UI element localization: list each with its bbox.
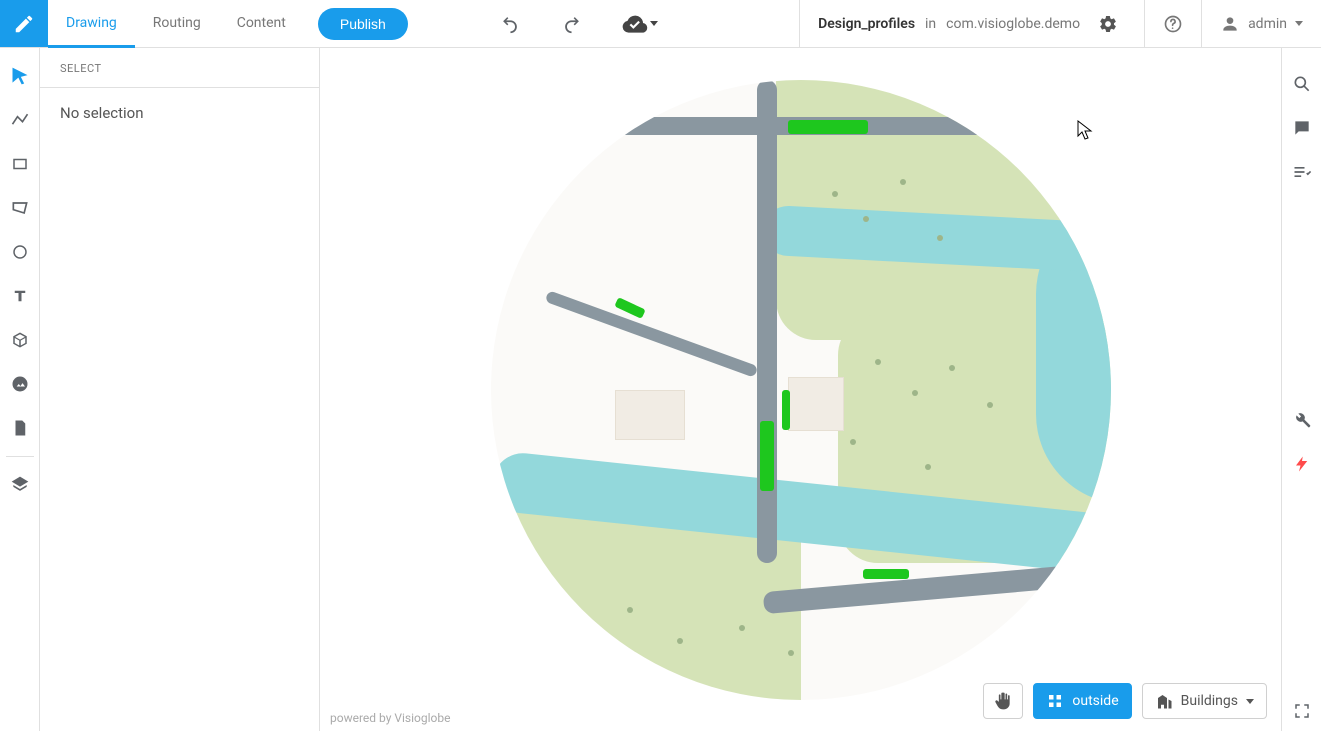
layers-icon: [10, 475, 30, 495]
panel-header: SELECT: [40, 48, 319, 88]
top-bar: Drawing Routing Content Publish Design_p…: [0, 0, 1321, 48]
project-title-block: Design_profiles in com.visioglobe.demo: [799, 0, 1144, 47]
right-tool-rail: [1281, 48, 1321, 731]
side-panel: SELECT No selection: [40, 48, 320, 731]
project-name: Design_profiles: [818, 16, 915, 32]
chevron-down-icon: [1246, 699, 1254, 704]
chevron-down-icon: [1295, 21, 1303, 26]
mode-tabs: Drawing Routing Content: [48, 0, 304, 47]
tool-divider: [6, 456, 34, 457]
map-highlight-segment: [863, 569, 909, 579]
main-area: SELECT No selection: [0, 48, 1321, 731]
right-comments-button[interactable]: [1282, 108, 1321, 148]
polygon-icon: [10, 198, 30, 218]
user-label: admin: [1248, 16, 1287, 32]
tab-routing[interactable]: Routing: [135, 1, 219, 48]
outside-icon: [1046, 692, 1064, 710]
cursor-icon: [10, 66, 30, 86]
chevron-down-icon: [650, 21, 658, 26]
wrench-icon: [1292, 410, 1312, 430]
tool-layers[interactable]: [0, 465, 40, 505]
building-icon: [1155, 692, 1173, 710]
panel-status: No selection: [40, 88, 319, 138]
text-icon: [11, 287, 29, 305]
project-bundle: com.visioglobe.demo: [946, 16, 1080, 32]
redo-button[interactable]: [554, 6, 590, 42]
top-right-cluster: admin: [1144, 0, 1321, 47]
top-left-cluster: Drawing Routing Content Publish: [0, 0, 422, 47]
publish-wrap: Publish: [304, 0, 422, 47]
buildings-label: Buildings: [1181, 693, 1238, 709]
right-fullscreen-button[interactable]: [1282, 691, 1321, 731]
fullscreen-icon: [1293, 702, 1311, 720]
edit-mode-tile[interactable]: [0, 0, 48, 47]
tool-3d[interactable]: [0, 320, 40, 360]
circle-icon: [11, 243, 29, 261]
undo-icon: [499, 13, 521, 35]
tool-circle[interactable]: [0, 232, 40, 272]
map-building: [788, 377, 844, 431]
tab-drawing[interactable]: Drawing: [48, 1, 135, 48]
tool-rectangle[interactable]: [0, 144, 40, 184]
image-icon: [10, 374, 30, 394]
project-settings-button[interactable]: [1090, 6, 1126, 42]
map-attribution: powered by Visioglobe: [330, 711, 450, 725]
map-road: [757, 80, 777, 564]
list-check-icon: [1292, 162, 1312, 182]
save-status-dropdown[interactable]: [616, 6, 664, 42]
map-viewport[interactable]: [491, 80, 1111, 700]
help-button[interactable]: [1144, 0, 1201, 47]
tab-content[interactable]: Content: [219, 1, 304, 48]
hand-icon: [993, 691, 1013, 711]
user-menu[interactable]: admin: [1201, 0, 1321, 47]
right-list-button[interactable]: [1282, 152, 1321, 192]
redo-icon: [561, 13, 583, 35]
floor-outside-button[interactable]: outside: [1033, 683, 1131, 719]
rectangle-icon: [11, 155, 29, 173]
map-highlight-segment: [760, 421, 774, 491]
tool-text[interactable]: [0, 276, 40, 316]
chat-icon: [1292, 118, 1312, 138]
tool-polygon[interactable]: [0, 188, 40, 228]
search-icon: [1292, 74, 1312, 94]
person-icon: [1220, 14, 1240, 34]
tool-image[interactable]: [0, 364, 40, 404]
publish-button[interactable]: Publish: [318, 8, 408, 40]
tool-select[interactable]: [0, 56, 40, 96]
bolt-icon: [1293, 455, 1311, 473]
pencil-icon: [13, 13, 35, 35]
buildings-dropdown[interactable]: Buildings: [1142, 683, 1267, 719]
undo-button[interactable]: [492, 6, 528, 42]
pan-mode-button[interactable]: [983, 683, 1023, 719]
right-tools-button[interactable]: [1282, 400, 1321, 440]
floor-outside-label: outside: [1072, 693, 1118, 709]
map-building: [615, 390, 685, 440]
top-mid-cluster: [422, 0, 799, 47]
map-highlight-segment: [782, 390, 790, 430]
right-flash-button[interactable]: [1282, 444, 1321, 484]
document-icon: [11, 419, 29, 437]
map-canvas[interactable]: powered by Visioglobe outside Buildings: [320, 48, 1281, 731]
help-icon: [1163, 14, 1183, 34]
tool-line[interactable]: [0, 100, 40, 140]
map-highlight-segment: [788, 120, 868, 134]
cube-icon: [11, 331, 29, 349]
polyline-icon: [10, 110, 30, 130]
project-in-word: in: [925, 16, 936, 32]
left-tool-rail: [0, 48, 40, 731]
right-search-button[interactable]: [1282, 64, 1321, 104]
map-bottom-controls: outside Buildings: [983, 683, 1267, 719]
gear-icon: [1098, 14, 1118, 34]
tool-document[interactable]: [0, 408, 40, 448]
cloud-check-icon: [622, 11, 648, 37]
